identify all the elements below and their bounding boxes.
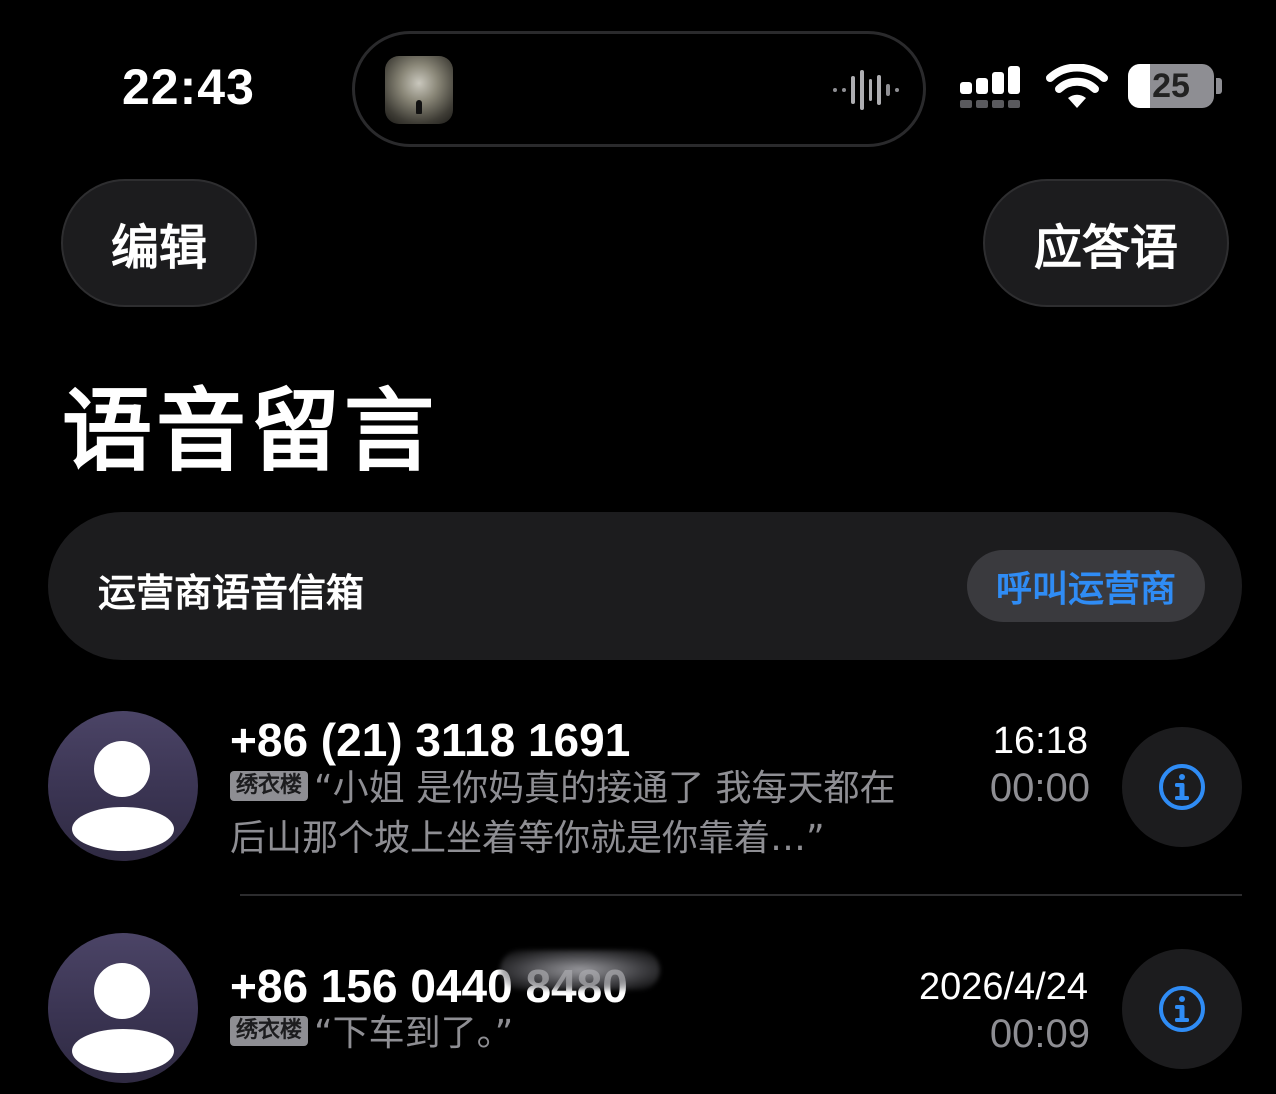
battery-level: 25 [1152,67,1190,105]
caller-tag: 绣衣楼 [230,1016,309,1046]
info-button[interactable] [1122,949,1242,1069]
voicemail-duration: 00:00 [989,766,1090,810]
carrier-voicemail-label: 运营商语音信箱 [98,571,365,615]
page-title: 语音留言 [62,379,438,484]
contact-avatar-icon [48,933,198,1083]
wifi-icon [1046,63,1108,110]
battery-icon: 25 [1128,64,1214,108]
call-carrier-button[interactable]: 呼叫运营商 [967,550,1205,622]
dynamic-island[interactable] [352,31,926,147]
voicemail-transcript: 绣衣楼 “小姐 是你妈真的接通了 我每天都在后山那个坡上坐着等你就是你靠着…” [230,764,920,864]
transcript-text: “下车到了。” [314,1013,514,1054]
info-button[interactable] [1122,727,1242,847]
voicemail-date: 16:18 [992,720,1088,762]
caller-number: +86 (21) 3118 1691 [230,714,631,766]
voicemail-duration: 00:09 [989,1012,1090,1056]
voicemail-transcript: 绣衣楼 “下车到了。” [230,1009,920,1059]
redaction-blur [500,950,660,990]
row-divider [240,894,1242,896]
now-playing-artwork-icon [385,56,453,124]
cellular-signal-icon [960,66,1026,110]
contact-avatar-icon [48,711,198,861]
caller-tag: 绣衣楼 [230,771,309,801]
battery-cap [1216,78,1222,94]
transcript-text: “小姐 是你妈真的接通了 我每天都在后山那个坡上坐着等你就是你靠着…” [230,768,896,859]
info-icon [1159,986,1205,1032]
voicemail-date: 2026/4/24 [918,966,1088,1008]
audio-waveform-icon [833,70,899,110]
greeting-button[interactable]: 应答语 [983,179,1229,307]
info-icon [1159,764,1205,810]
status-time: 22:43 [122,59,255,115]
carrier-voicemail-card: 运营商语音信箱 呼叫运营商 [48,512,1242,660]
edit-button[interactable]: 编辑 [61,179,257,307]
